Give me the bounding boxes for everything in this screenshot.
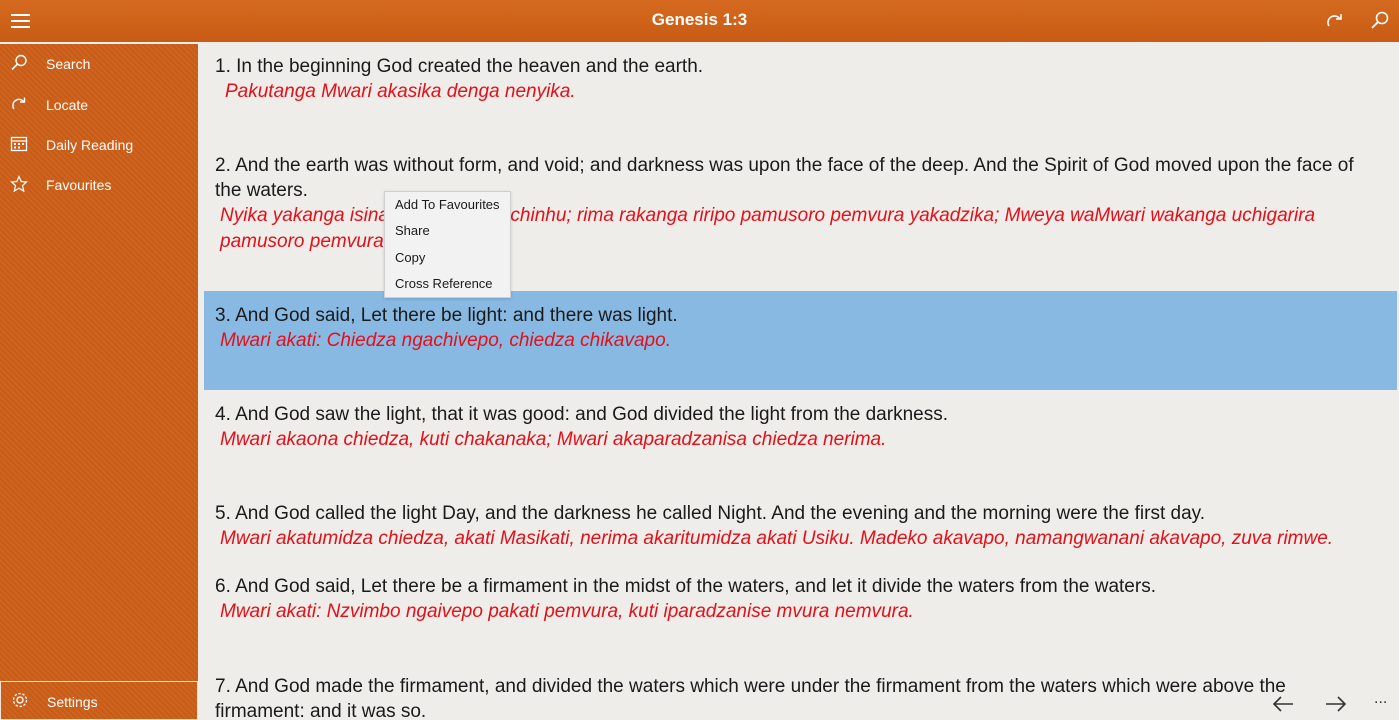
page-title: Genesis 1:3	[651, 10, 748, 29]
sidebar-item-locate[interactable]: Locate	[0, 87, 198, 123]
verse-text: 6. And God said, Let there be a firmamen…	[215, 576, 1156, 597]
verse-text: 7. And God made the firmament, and divid…	[215, 676, 1286, 720]
sidebar-item-label: Search	[46, 56, 91, 72]
verse-translation: Mwari akati: Nzvimbo ngaivepo pakati pem…	[220, 601, 914, 622]
sidebar-item-label: Favourites	[46, 177, 112, 193]
context-menu: Add To Favourites Share Copy Cross Refer…	[384, 191, 511, 298]
verse-text: 5. And God called the light Day, and the…	[215, 503, 1206, 524]
search-icon[interactable]	[1370, 11, 1390, 31]
verse-item[interactable]: 1. In the beginning God created the heav…	[204, 54, 1397, 105]
calendar-icon	[10, 135, 28, 153]
verse-item[interactable]: 5. And God called the light Day, and the…	[204, 501, 1397, 552]
redo-icon	[10, 95, 28, 113]
more-icon[interactable]: ...	[1374, 690, 1387, 708]
menu-item-share[interactable]: Share	[395, 223, 430, 238]
verse-item-selected[interactable]: 3. And God said, Let there be light: and…	[204, 291, 1397, 390]
verse-item[interactable]: 4. And God saw the light, that it was go…	[204, 402, 1397, 453]
redo-icon[interactable]	[1325, 11, 1345, 31]
verse-text: 1. In the beginning God created the heav…	[215, 56, 704, 77]
sidebar-item-search[interactable]: Search	[0, 46, 198, 82]
sidebar-item-favourites[interactable]: Favourites	[0, 167, 198, 203]
arrow-right-icon[interactable]	[1325, 694, 1347, 720]
arrow-left-icon[interactable]	[1272, 694, 1294, 720]
verse-translation: Mwari akati: Chiedza ngachivepo, chiedza…	[220, 330, 671, 351]
verse-item[interactable]: 7. And God made the firmament, and divid…	[204, 674, 1397, 720]
sidebar-item-label: Locate	[46, 97, 89, 113]
menu-item-add-to-favourites[interactable]: Add To Favourites	[395, 197, 500, 212]
menu-item-copy[interactable]: Copy	[395, 250, 425, 265]
sidebar: Search Locate Daily Reading Favourites S…	[0, 42, 198, 720]
sidebar-item-label: Daily Reading	[46, 137, 134, 153]
verse-item[interactable]: 6. And God said, Let there be a firmamen…	[204, 574, 1397, 625]
sidebar-divider	[0, 42, 198, 44]
verse-translation: Pakutanga Mwari akasika denga nenyika.	[225, 81, 576, 102]
verse-text: 4. And God saw the light, that it was go…	[215, 404, 948, 425]
verse-translation: Mwari akatumidza chiedza, akati Masikati…	[220, 528, 1334, 549]
top-bar: Genesis 1:3	[0, 0, 1399, 42]
sidebar-item-daily-reading[interactable]: Daily Reading	[0, 127, 198, 163]
verse-translation: Mwari akaona chiedza, kuti chakanaka; Mw…	[220, 429, 887, 450]
verse-list: 1. In the beginning God created the heav…	[198, 42, 1399, 720]
search-icon	[10, 54, 28, 72]
menu-item-cross-reference[interactable]: Cross Reference	[395, 276, 493, 291]
gear-icon	[11, 691, 29, 709]
sidebar-item-settings[interactable]: Settings	[0, 681, 198, 720]
verse-item[interactable]: 2. And the earth was without form, and v…	[204, 153, 1397, 255]
settings-label: Settings	[47, 694, 98, 710]
star-icon	[10, 175, 28, 193]
